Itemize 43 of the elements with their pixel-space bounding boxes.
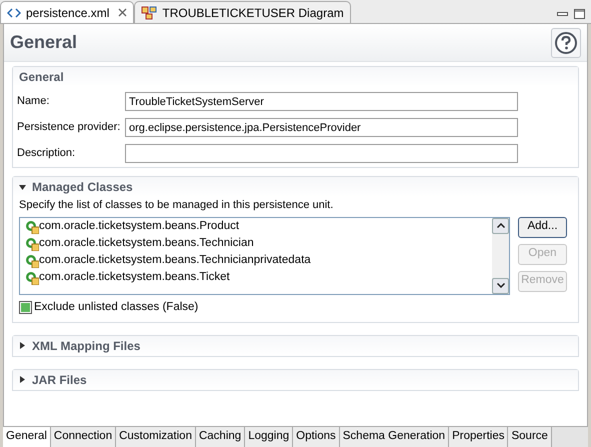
help-icon xyxy=(555,32,577,54)
page-tab[interactable]: Caching xyxy=(196,427,246,447)
field-label: Description: xyxy=(16,146,76,162)
maximize-icon[interactable] xyxy=(574,9,585,19)
help-button[interactable] xyxy=(551,28,581,58)
diagram-icon xyxy=(141,6,158,20)
collapsed-triangle-icon xyxy=(19,376,26,384)
page-tab[interactable]: Options xyxy=(293,427,340,447)
text-field[interactable] xyxy=(125,144,518,163)
scroll-up-icon[interactable] xyxy=(496,223,504,228)
class-list[interactable]: com.oracle.ticketsystem.beans.Product com.oracle.ticketsystem.beans.Technician com.oracle.ticketsystem.beans.Technicianprivatedata com.oracle.ticketsystem.beans.Ticket xyxy=(19,216,510,294)
text-field[interactable]: org.eclipse.persistence.jpa.PersistenceProvider xyxy=(125,118,518,137)
scroll-down-icon[interactable] xyxy=(496,283,504,288)
section-description: Specify the list of classes to be managed in this persistence unit. xyxy=(19,198,334,213)
class-list-item[interactable]: com.oracle.ticketsystem.beans.Ticket xyxy=(25,270,492,286)
checkbox[interactable] xyxy=(19,300,32,314)
class-list-item[interactable]: com.oracle.ticketsystem.beans.Product xyxy=(25,218,492,236)
page-tab[interactable]: Customization xyxy=(116,427,196,447)
page-tab[interactable]: Connection xyxy=(50,427,116,447)
page-tab[interactable]: Properties xyxy=(449,427,508,447)
page-tab[interactable]: Logging xyxy=(245,427,294,447)
class-list-item[interactable]: com.oracle.ticketsystem.beans.Technician xyxy=(25,236,492,252)
class-icon xyxy=(25,237,39,251)
field-label: Persistence provider: xyxy=(16,120,122,136)
page-tab[interactable]: General xyxy=(3,427,51,447)
page-tab[interactable]: Source xyxy=(508,427,552,447)
class-icon xyxy=(25,254,39,268)
editor-tab[interactable]: persistence.xml xyxy=(0,1,134,23)
class-icon xyxy=(25,271,39,285)
list-button[interactable]: Add... xyxy=(518,216,567,238)
class-list-item[interactable]: com.oracle.ticketsystem.beans.Technicianprivatedata xyxy=(25,252,492,270)
close-icon[interactable] xyxy=(118,8,128,17)
expanded-triangle-icon xyxy=(19,184,26,190)
page-tab[interactable]: Schema Generation xyxy=(340,427,450,447)
checkbox-label: Exclude unlisted classes (False) xyxy=(34,300,198,314)
field-label: Name: xyxy=(16,94,50,110)
page-title: General xyxy=(10,31,78,54)
text-field[interactable]: TroubleTicketSystemServer xyxy=(125,92,518,111)
class-icon xyxy=(25,220,39,234)
xml-file-icon xyxy=(7,6,21,20)
editor-tab[interactable]: TROUBLETICKETUSER Diagram xyxy=(134,1,351,23)
scrollbar[interactable] xyxy=(492,218,509,294)
collapsed-triangle-icon xyxy=(19,342,26,350)
